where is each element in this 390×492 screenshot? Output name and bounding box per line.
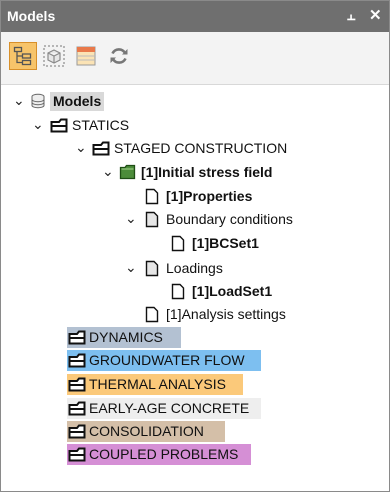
tree-node-early-age-concrete[interactable]: EARLY-AGE CONCRETE <box>1 397 389 419</box>
panel-title: Models <box>7 8 56 24</box>
tree-node-properties[interactable]: [1]Properties <box>1 185 389 207</box>
tree-node-loadset1[interactable]: [1]LoadSet1 <box>1 280 389 302</box>
tree-node-boundary-conditions[interactable]: ⌄ Boundary conditions <box>1 208 389 230</box>
folder-icon <box>68 353 86 368</box>
folder-icon <box>68 401 86 416</box>
refresh-icon <box>110 48 128 64</box>
chevron-down-icon[interactable]: ⌄ <box>125 210 137 227</box>
tree-label-bcset1: [1]BCSet1 <box>192 235 259 251</box>
chevron-down-icon[interactable]: ⌄ <box>125 259 137 276</box>
chevron-down-icon[interactable]: ⌄ <box>13 92 25 109</box>
tree-node-coupled-problems[interactable]: COUPLED PROBLEMS <box>1 443 389 465</box>
document-icon <box>145 188 159 205</box>
table-view-button[interactable] <box>72 42 100 70</box>
tree-label-boundary-conditions: Boundary conditions <box>166 211 293 227</box>
tree-node-groundwater-flow[interactable]: GROUNDWATER FLOW <box>1 349 389 371</box>
table-view-icon <box>76 46 96 66</box>
model-view-icon <box>43 45 65 67</box>
folder-icon <box>68 377 86 392</box>
tree-node-models[interactable]: ⌄ Models <box>1 90 389 112</box>
tree-label-models: Models <box>50 92 105 111</box>
tree-node-dynamics[interactable]: DYNAMICS <box>1 326 389 348</box>
tree-label-consolidation: CONSOLIDATION <box>89 423 204 439</box>
document-icon <box>171 235 185 252</box>
document-folder-icon <box>145 260 159 277</box>
tree-label-coupled-problems: COUPLED PROBLEMS <box>89 446 239 462</box>
tree-label-loadings: Loadings <box>166 260 223 276</box>
tree-node-loadings[interactable]: ⌄ Loadings <box>1 257 389 279</box>
stage-folder-icon <box>119 164 136 180</box>
model-view-button[interactable] <box>40 42 68 70</box>
tree-label-loadset1: [1]LoadSet1 <box>192 283 273 299</box>
document-icon <box>171 283 185 300</box>
tree-node-bcset1[interactable]: [1]BCSet1 <box>1 232 389 254</box>
chevron-down-icon[interactable]: ⌄ <box>102 163 114 180</box>
folder-icon <box>92 141 110 156</box>
tree-node-analysis-settings[interactable]: [1]Analysis settings <box>1 303 389 325</box>
tree-node-statics[interactable]: ⌄ STATICS <box>1 114 389 136</box>
tree-label-analysis-settings: [1]Analysis settings <box>166 306 286 322</box>
folder-icon <box>50 118 68 133</box>
chevron-down-icon[interactable]: ⌄ <box>75 139 87 156</box>
tree-label-staged-construction: STAGED CONSTRUCTION <box>114 140 288 156</box>
tree-view-icon <box>13 46 32 66</box>
tree-label-statics: STATICS <box>72 117 130 133</box>
folder-icon <box>68 330 86 345</box>
refresh-button[interactable] <box>105 42 133 70</box>
tree-label-properties: [1]Properties <box>166 188 253 204</box>
tree-node-consolidation[interactable]: CONSOLIDATION <box>1 420 389 442</box>
tree-node-thermal-analysis[interactable]: THERMAL ANALYSIS <box>1 373 389 395</box>
database-icon <box>31 93 45 109</box>
panel-toolbar <box>1 32 389 85</box>
pin-icon[interactable]: ⫠ <box>347 7 355 24</box>
tree-node-initial-stress-field[interactable]: ⌄ [1]Initial stress field <box>1 161 389 183</box>
models-panel: Models ⫠ ✕ ⌄ Models ⌄ STATICS ⌄ STAGED C… <box>0 0 390 492</box>
tree-label-groundwater-flow: GROUNDWATER FLOW <box>89 352 245 368</box>
tree-view-button[interactable] <box>9 42 37 70</box>
tree-label-early-age-concrete: EARLY-AGE CONCRETE <box>89 400 250 416</box>
close-icon[interactable]: ✕ <box>369 6 382 24</box>
folder-icon <box>68 424 86 439</box>
tree-label-thermal-analysis: THERMAL ANALYSIS <box>89 376 226 392</box>
folder-icon <box>68 447 86 462</box>
tree-node-staged-construction[interactable]: ⌄ STAGED CONSTRUCTION <box>1 137 389 159</box>
document-icon <box>145 306 159 323</box>
tree-label-initial-stress-field: [1]Initial stress field <box>141 164 273 180</box>
document-folder-icon <box>145 211 159 228</box>
chevron-down-icon[interactable]: ⌄ <box>32 116 44 133</box>
tree-label-dynamics: DYNAMICS <box>89 329 163 345</box>
panel-titlebar: Models ⫠ ✕ <box>1 1 389 32</box>
